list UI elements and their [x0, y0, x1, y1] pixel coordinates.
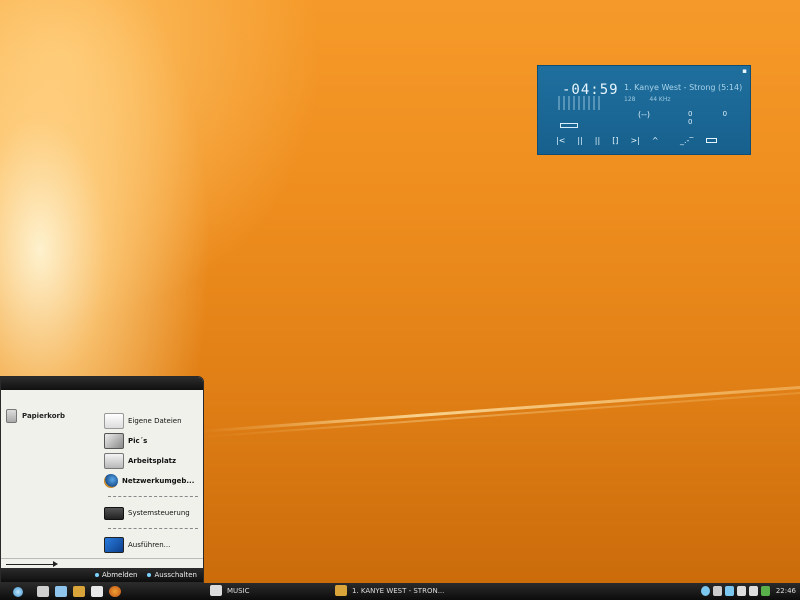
tray-steam-icon[interactable]	[713, 586, 722, 596]
start-menu-places: Eigene Dateien Pic´s Arbeitsplatz Netzwe…	[104, 411, 202, 555]
logoff-icon	[94, 573, 99, 577]
player-controls: |< || || [] >| ^	[556, 136, 659, 145]
playlist-button[interactable]	[706, 138, 717, 143]
menu-item-label: Arbeitsplatz	[128, 457, 177, 465]
volume-slider[interactable]: _.-‾	[680, 136, 693, 145]
tray-power-icon[interactable]	[701, 586, 710, 596]
menu-item-control-panel[interactable]: Systemsteuerung	[104, 503, 202, 523]
media-player-widget[interactable]: ▪ -04:59 1. Kanye West - Strong (5:14) 1…	[537, 65, 751, 155]
system-tray	[701, 586, 770, 596]
logoff-button[interactable]: Abmelden	[94, 571, 138, 579]
bitrate: 128	[624, 96, 636, 103]
recycle-bin-label: Papierkorb	[22, 412, 66, 420]
tray-network-icon[interactable]	[725, 586, 734, 596]
stop-button[interactable]: []	[612, 136, 618, 145]
player-options[interactable]: 0 0 0	[688, 110, 750, 126]
recycle-bin-item[interactable]: Papierkorb	[6, 409, 65, 423]
player-info: 128 44 KHz	[624, 96, 683, 103]
pause-button[interactable]: ||	[595, 136, 600, 145]
shutdown-button[interactable]: Ausschalten	[147, 571, 197, 579]
menu-item-pictures[interactable]: Pic´s	[104, 431, 202, 451]
wallpaper-light-streak	[199, 384, 800, 433]
start-button[interactable]	[13, 586, 23, 597]
tray-drive-icon[interactable]	[737, 586, 746, 596]
drive-icon[interactable]	[91, 586, 103, 597]
start-menu-footer: Abmelden Ausschalten	[1, 568, 203, 582]
documents-icon	[104, 413, 124, 429]
menu-item-network[interactable]: Netzwerkumgeb...	[104, 471, 202, 491]
menu-item-computer[interactable]: Arbeitsplatz	[104, 451, 202, 471]
menu-item-run[interactable]: Ausführen...	[104, 535, 202, 555]
shutdown-icon	[147, 573, 152, 577]
shutdown-label: Ausschalten	[154, 571, 197, 579]
seek-slider[interactable]	[560, 123, 578, 128]
recycle-bin-icon	[6, 409, 17, 423]
clock: 22:46	[775, 587, 796, 595]
all-programs-arrow-icon[interactable]	[6, 561, 58, 567]
tray-security-icon[interactable]	[761, 586, 770, 596]
firefox-icon[interactable]	[109, 586, 121, 597]
wallpaper-light-streak-2	[199, 390, 800, 438]
next-button[interactable]: >|	[630, 136, 639, 145]
control-panel-icon	[104, 506, 124, 520]
taskbar: MUSIC 1. KANYE WEST - STRON... 22:46	[0, 583, 800, 600]
task-label: MUSIC	[227, 586, 250, 595]
start-menu: Papierkorb Eigene Dateien Pic´s Arbeitsp…	[0, 376, 204, 583]
folder-icon	[210, 585, 222, 596]
steam-icon[interactable]	[37, 586, 49, 597]
start-menu-header	[1, 377, 203, 390]
play-button[interactable]: ||	[577, 136, 582, 145]
mono-stereo-indicator: (--)	[638, 110, 651, 119]
run-icon	[104, 537, 124, 553]
tray-app-icon[interactable]	[749, 586, 758, 596]
menu-item-label: Pic´s	[128, 437, 148, 445]
menu-separator	[108, 496, 198, 498]
menu-item-label: Eigene Dateien	[128, 417, 182, 425]
menu-item-documents[interactable]: Eigene Dateien	[104, 411, 202, 431]
previous-button[interactable]: |<	[556, 136, 565, 145]
network-tool-icon[interactable]	[55, 586, 67, 597]
visualizer	[558, 96, 602, 110]
logoff-label: Abmelden	[101, 571, 138, 579]
start-menu-divider	[1, 558, 203, 559]
close-icon[interactable]: ▪	[742, 67, 747, 75]
pictures-icon	[104, 433, 124, 449]
menu-item-label: Systemsteuerung	[128, 509, 190, 517]
menu-separator	[108, 528, 198, 530]
player-track-title: 1. Kanye West - Strong (5:14)	[624, 83, 743, 92]
taskbar-item-player[interactable]: 1. KANYE WEST - STRON...	[335, 585, 444, 596]
computer-icon	[104, 453, 124, 469]
eject-button[interactable]: ^	[652, 136, 659, 145]
menu-item-label: Netzwerkumgeb...	[122, 477, 195, 485]
menu-item-label: Ausführen...	[128, 541, 171, 549]
winamp-icon	[335, 585, 347, 596]
taskbar-item-music[interactable]: MUSIC	[210, 585, 250, 596]
task-label: 1. KANYE WEST - STRON...	[352, 586, 445, 595]
winamp-icon[interactable]	[73, 586, 85, 597]
samplerate: 44 KHz	[649, 96, 671, 103]
network-icon	[104, 474, 118, 488]
